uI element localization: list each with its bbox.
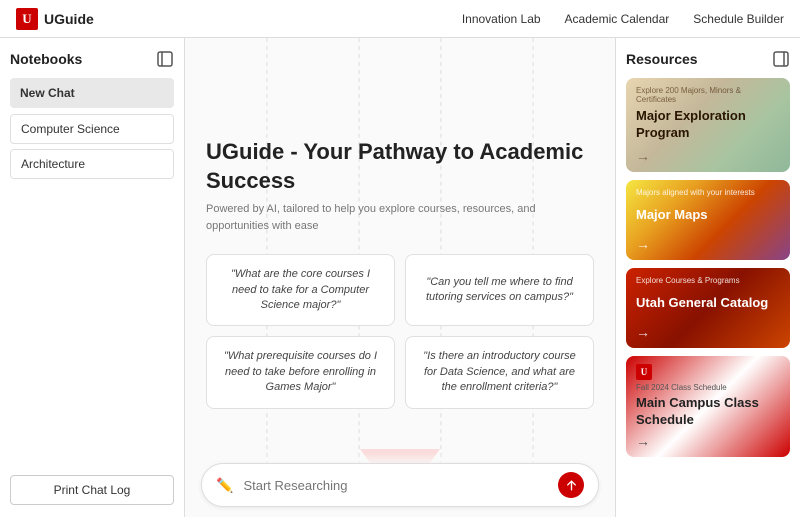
main-layout: Notebooks New Chat Computer Science Arch… [0, 38, 800, 517]
hero-section: UGuide - Your Pathway to Academic Succes… [206, 138, 594, 234]
resource-card-major-exploration[interactable]: Explore 200 Majors, Minors & Certificate… [626, 78, 790, 172]
suggestion-card-2[interactable]: "What prerequisite courses do I need to … [206, 336, 395, 408]
resource-card-major-maps[interactable]: Majors aligned with your interests Major… [626, 180, 790, 260]
hero-title: UGuide - Your Pathway to Academic Succes… [206, 138, 594, 195]
resource-card-catalog[interactable]: Explore Courses & Programs Utah General … [626, 268, 790, 348]
logo-u-icon: U [16, 8, 38, 30]
suggestion-card-1[interactable]: "Can you tell me where to find tutoring … [405, 254, 594, 326]
search-input[interactable] [243, 478, 548, 493]
card-title-3: Utah General Catalog [636, 295, 780, 312]
schedule-card-logo: U [636, 364, 652, 380]
card-eyebrow-1: Explore 200 Majors, Minors & Certificate… [636, 86, 780, 104]
card-arrow-4: → [636, 433, 780, 449]
resources-title: Resources [626, 51, 698, 67]
send-icon [565, 479, 578, 492]
suggestion-card-0[interactable]: "What are the core courses I need to tak… [206, 254, 395, 326]
send-button[interactable] [558, 472, 584, 498]
header: U UGuide Innovation Lab Academic Calenda… [0, 0, 800, 38]
sidebar-title: Notebooks [10, 51, 82, 67]
card-inner-1: Explore 200 Majors, Minors & Certificate… [626, 78, 790, 172]
new-chat-button[interactable]: New Chat [10, 78, 174, 108]
card-title-2: Major Maps [636, 207, 780, 224]
header-nav: Innovation Lab Academic Calendar Schedul… [462, 12, 784, 26]
suggestion-text-0: "What are the core courses I need to tak… [219, 267, 382, 313]
suggestion-text-2: "What prerequisite courses do I need to … [219, 349, 382, 395]
input-bar-container: ✏️ [185, 453, 615, 517]
suggestion-text-3: "Is there an introductory course for Dat… [418, 349, 581, 395]
resources-panel: Resources Explore 200 Majors, Minors & C… [615, 38, 800, 517]
sidebar-footer: Print Chat Log [10, 475, 174, 505]
resources-header: Resources [626, 50, 790, 68]
resources-layout-icon[interactable] [772, 50, 790, 68]
nav-schedule-builder[interactable]: Schedule Builder [693, 12, 784, 26]
nav-innovation-lab[interactable]: Innovation Lab [462, 12, 541, 26]
print-chat-log-button[interactable]: Print Chat Log [10, 475, 174, 505]
edit-icon: ✏️ [216, 477, 233, 494]
center-content: UGuide - Your Pathway to Academic Succes… [185, 38, 615, 517]
suggestion-card-3[interactable]: "Is there an introductory course for Dat… [405, 336, 594, 408]
card-inner-4: U Fall 2024 Class Schedule Main Campus C… [626, 356, 790, 457]
card-title-1: Major Exploration Program [636, 108, 780, 142]
layout-icon[interactable] [156, 50, 174, 68]
card-eyebrow-2: Majors aligned with your interests [636, 188, 780, 197]
sidebar-item-cs[interactable]: Computer Science [10, 114, 174, 144]
card-arrow-3: → [636, 324, 780, 340]
card-inner-3: Explore Courses & Programs Utah General … [626, 268, 790, 348]
sidebar: Notebooks New Chat Computer Science Arch… [0, 38, 185, 517]
card-eyebrow-4: Fall 2024 Class Schedule [636, 383, 780, 392]
resource-card-class-schedule[interactable]: U Fall 2024 Class Schedule Main Campus C… [626, 356, 790, 457]
card-title-4: Main Campus Class Schedule [636, 395, 780, 429]
logo[interactable]: U UGuide [16, 8, 94, 30]
hero-subtitle: Powered by AI, tailored to help you expl… [206, 201, 594, 234]
input-bar[interactable]: ✏️ [201, 463, 599, 507]
center-inner: UGuide - Your Pathway to Academic Succes… [190, 38, 610, 517]
sidebar-header: Notebooks [10, 50, 174, 68]
card-arrow-1: → [636, 148, 780, 164]
suggestion-grid: "What are the core courses I need to tak… [206, 254, 594, 408]
app-title: UGuide [44, 11, 94, 27]
card-arrow-2: → [636, 236, 780, 252]
nav-academic-calendar[interactable]: Academic Calendar [565, 12, 670, 26]
card-inner-2: Majors aligned with your interests Major… [626, 180, 790, 260]
sidebar-item-arch[interactable]: Architecture [10, 149, 174, 179]
card-eyebrow-3: Explore Courses & Programs [636, 276, 780, 285]
suggestion-text-1: "Can you tell me where to find tutoring … [418, 275, 581, 306]
